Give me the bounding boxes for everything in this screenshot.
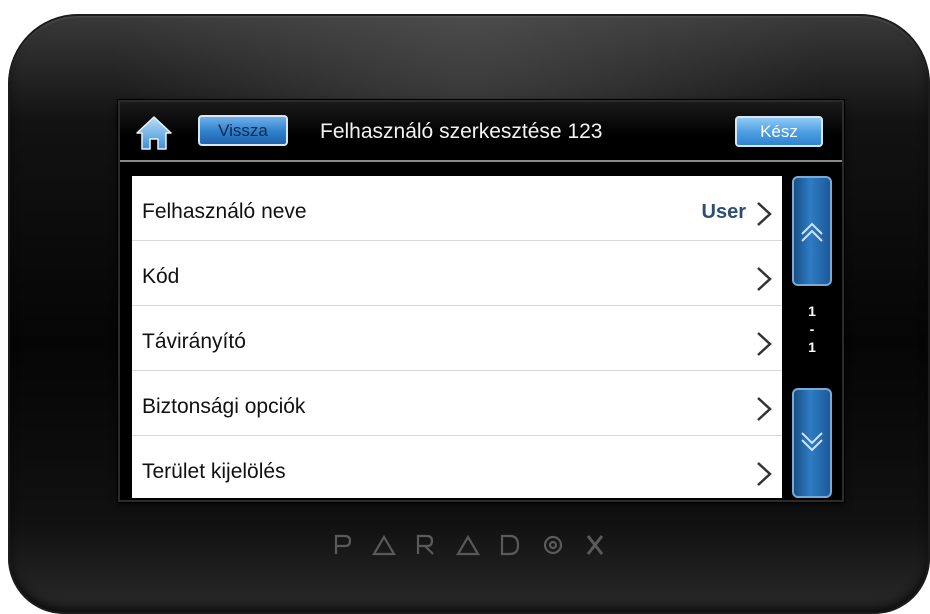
page-indicator: 1 - 1 xyxy=(792,302,832,356)
page-separator: - xyxy=(809,321,815,337)
title-bar: Vissza Felhasználó szerkesztése 123 Kész xyxy=(120,102,842,162)
list-item-label: Távirányító xyxy=(142,330,246,353)
touch-screen: Vissza Felhasználó szerkesztése 123 Kész… xyxy=(118,100,844,502)
double-chevron-up-icon xyxy=(801,222,823,242)
settings-list: Felhasználó neve User Kód Távirányító Bi… xyxy=(132,176,782,498)
page-current: 1 xyxy=(808,303,816,319)
list-item-label: Felhasználó neve xyxy=(142,200,307,223)
list-item-value: User xyxy=(701,201,746,223)
scroll-down-button[interactable] xyxy=(792,388,832,498)
page-total: 1 xyxy=(808,339,816,355)
chevron-right-icon xyxy=(757,202,772,226)
page-title: Felhasználó szerkesztése 123 xyxy=(320,120,603,143)
paradox-logo xyxy=(334,534,604,556)
chevron-right-icon xyxy=(757,462,772,486)
list-item-user-name[interactable]: Felhasználó neve User xyxy=(132,176,782,241)
home-icon xyxy=(136,116,172,150)
double-chevron-down-icon xyxy=(801,432,823,452)
list-item-area-assignment[interactable]: Terület kijelölés xyxy=(132,436,782,498)
list-item-label: Terület kijelölés xyxy=(142,460,286,483)
list-item-code[interactable]: Kód xyxy=(132,241,782,306)
list-item-security-options[interactable]: Biztonsági opciók xyxy=(132,371,782,436)
back-button[interactable]: Vissza xyxy=(198,115,288,146)
list-item-label: Biztonsági opciók xyxy=(142,395,306,418)
done-button[interactable]: Kész xyxy=(735,116,823,147)
list-item-remote[interactable]: Távirányító xyxy=(132,306,782,371)
chevron-right-icon xyxy=(757,332,772,356)
chevron-right-icon xyxy=(757,267,772,291)
chevron-right-icon xyxy=(757,397,772,421)
home-button[interactable] xyxy=(134,113,174,153)
scroll-up-button[interactable] xyxy=(792,176,832,286)
list-item-label: Kód xyxy=(142,265,180,288)
